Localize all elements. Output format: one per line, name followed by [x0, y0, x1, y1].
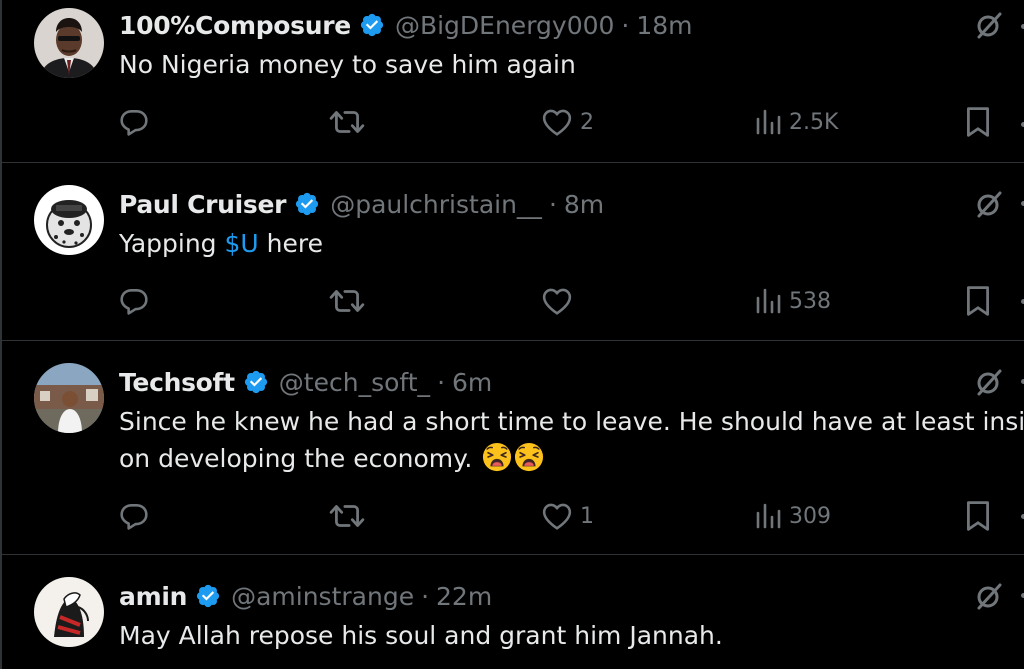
reply-icon — [119, 286, 149, 316]
reply-button[interactable] — [119, 496, 149, 536]
tweet-actions: 2 2.5K — [2, 102, 1024, 142]
retweet-icon — [329, 286, 365, 316]
view-count: 538 — [789, 288, 831, 314]
verified-badge-icon[interactable] — [243, 369, 269, 395]
timeline-feed: 100%Composure @BigDEnergy000 · 18m No Ni… — [0, 0, 1024, 669]
tweet-text-part: Yapping — [119, 229, 225, 258]
like-button[interactable] — [542, 281, 580, 321]
tweet-text-line: Since he knew he had a short time to lea… — [119, 407, 1024, 436]
avatar[interactable] — [34, 185, 104, 255]
tweet-header: Techsoft @tech_soft_ · 6m — [119, 365, 492, 399]
views-button[interactable]: 2.5K — [755, 102, 838, 142]
bookmark-button[interactable] — [965, 281, 991, 321]
user-handle[interactable]: @tech_soft_ — [279, 368, 430, 397]
views-chart-icon — [755, 288, 781, 314]
like-button[interactable]: 1 — [542, 496, 594, 536]
display-name[interactable]: amin — [119, 582, 187, 611]
tweet[interactable]: Techsoft @tech_soft_ · 6m Since he knew … — [2, 341, 1024, 554]
tweet[interactable]: Paul Cruiser @paulchristain__ · 8m Yappi… — [2, 163, 1024, 340]
separator-dot: · — [421, 581, 430, 611]
tweet[interactable]: 100%Composure @BigDEnergy000 · 18m No Ni… — [2, 0, 1024, 162]
tweet-text-part: on developing the economy. — [119, 444, 473, 473]
verified-badge-icon[interactable] — [195, 583, 221, 609]
tweet-text-line: on developing the economy. — [119, 440, 1024, 477]
tweet-actions: 1 309 — [2, 496, 1024, 536]
tweet-text: Yapping $U here — [119, 225, 1024, 262]
reply-icon — [119, 501, 149, 531]
tweet-header: amin @aminstrange · 22m — [119, 579, 492, 613]
tweet-text: May Allah repose his soul and grant him … — [119, 621, 723, 650]
tweet-header: 100%Composure @BigDEnergy000 · 18m — [119, 8, 693, 42]
grok-icon[interactable] — [974, 581, 1004, 611]
timestamp[interactable]: 18m — [636, 11, 692, 40]
verified-badge-icon[interactable] — [359, 12, 385, 38]
retweet-button[interactable] — [329, 281, 365, 321]
timestamp[interactable]: 8m — [564, 190, 604, 219]
display-name[interactable]: 100%Composure — [119, 11, 351, 40]
avatar[interactable] — [34, 363, 104, 433]
grok-icon[interactable] — [974, 367, 1004, 397]
avatar[interactable] — [34, 8, 104, 78]
views-button[interactable]: 309 — [755, 496, 831, 536]
retweet-icon — [329, 107, 365, 137]
timestamp[interactable]: 6m — [452, 368, 492, 397]
bookmark-icon — [965, 285, 991, 317]
views-chart-icon — [755, 503, 781, 529]
reply-button[interactable] — [119, 281, 149, 321]
bookmark-button[interactable] — [965, 102, 991, 142]
display-name[interactable]: Techsoft — [119, 368, 235, 397]
bookmark-button[interactable] — [965, 496, 991, 536]
separator-dot: · — [621, 10, 630, 40]
reply-icon — [119, 107, 149, 137]
retweet-button[interactable] — [329, 496, 365, 536]
bookmark-icon — [965, 500, 991, 532]
reply-button[interactable] — [119, 102, 149, 142]
grok-icon[interactable] — [974, 189, 1004, 219]
like-count: 2 — [580, 109, 594, 135]
tweet-text-part: here — [258, 229, 324, 258]
tweet-header: Paul Cruiser @paulchristain__ · 8m — [119, 187, 604, 221]
cashtag-link[interactable]: $U — [225, 229, 259, 258]
tweet-text: No Nigeria money to save him again — [119, 50, 576, 79]
weary-face-emoji — [514, 442, 544, 472]
display-name[interactable]: Paul Cruiser — [119, 190, 287, 219]
view-count: 2.5K — [789, 109, 839, 135]
bookmark-icon — [965, 106, 991, 138]
views-button[interactable]: 538 — [755, 281, 831, 321]
heart-icon — [542, 502, 572, 530]
weary-face-emoji — [482, 442, 512, 472]
user-handle[interactable]: @aminstrange — [231, 582, 414, 611]
like-button[interactable]: 2 — [542, 102, 594, 142]
separator-dot: · — [548, 189, 557, 219]
separator-dot: · — [437, 367, 446, 397]
grok-icon[interactable] — [974, 10, 1004, 40]
retweet-button[interactable] — [329, 102, 365, 142]
heart-icon — [542, 287, 572, 315]
view-count: 309 — [789, 503, 831, 529]
timestamp[interactable]: 22m — [436, 582, 492, 611]
like-count: 1 — [580, 503, 594, 529]
verified-badge-icon[interactable] — [294, 191, 320, 217]
tweet[interactable]: amin @aminstrange · 22m May Allah repose… — [2, 555, 1024, 669]
views-chart-icon — [755, 109, 781, 135]
avatar[interactable] — [34, 577, 104, 647]
heart-icon — [542, 108, 572, 136]
tweet-text: Since he knew he had a short time to lea… — [119, 403, 1024, 477]
user-handle[interactable]: @paulchristain__ — [330, 190, 542, 219]
user-handle[interactable]: @BigDEnergy000 — [395, 11, 614, 40]
tweet-actions: 538 — [2, 281, 1024, 321]
retweet-icon — [329, 501, 365, 531]
